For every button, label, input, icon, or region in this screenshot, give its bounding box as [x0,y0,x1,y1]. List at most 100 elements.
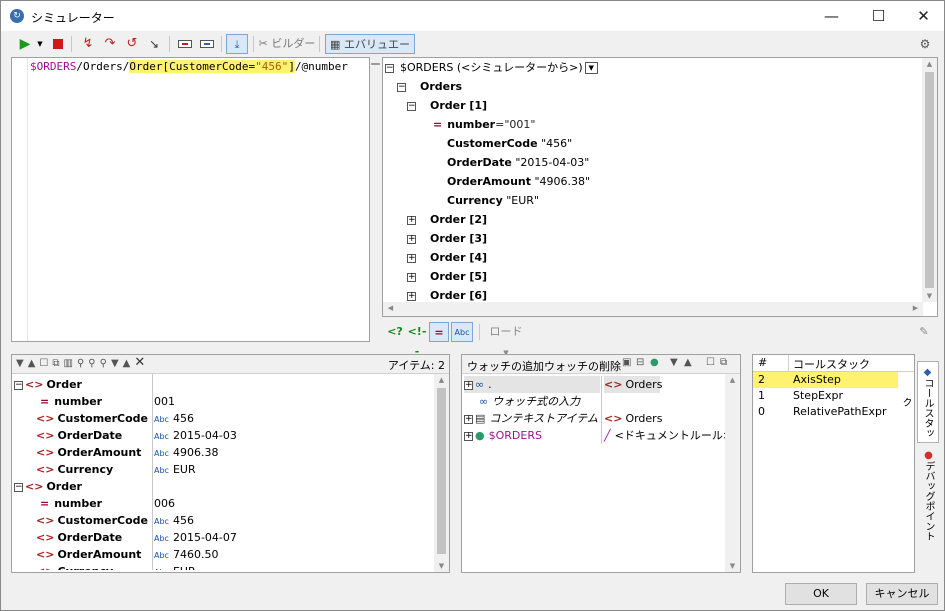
collapse-icon[interactable]: − [14,482,23,492]
collapse-icon[interactable]: − [407,101,416,111]
step-out-icon[interactable]: ↺ [123,34,141,54]
tree-node-order[interactable]: + Order [5] [407,267,487,286]
copy-icon[interactable]: ☐ [706,357,715,368]
tree-node-order[interactable]: + Order [4] [407,248,487,267]
child-name: OrderAmount [447,175,531,188]
tree-node-orders[interactable]: − Orders [397,77,462,96]
tree-child-node[interactable]: OrderAmount "4906.38" [447,172,590,191]
result-vscrollbar[interactable]: ▲ ▼ [922,58,937,302]
watch-vscrollbar[interactable]: ▲ ▼ [725,374,740,572]
text-toggle[interactable]: Abc [451,322,473,342]
items-row[interactable]: <> CustomerCode Abc 456 [12,410,434,427]
find-prev-icon[interactable]: ⚲ [100,358,107,369]
items-row[interactable]: <>CurrencyAbcEUR [12,461,434,478]
tracepoint-icon[interactable] [198,34,216,54]
sort-up-icon[interactable]: ▲ [684,357,692,368]
tab-callstack[interactable]: ◆コールスタック [900,361,939,443]
clear-icon[interactable]: ✕ [134,355,145,370]
expand-icon[interactable]: + [407,253,416,263]
tree-node-order-1[interactable]: − Order [1] [407,96,487,115]
sort-down-icon[interactable]: ▼ [670,357,678,368]
items-row[interactable]: <> OrderAmount Abc 4906.38 [12,444,434,461]
comment-icon[interactable]: <!-- [407,322,427,358]
watch-row[interactable]: + ∞. <> Orders [462,376,724,393]
move-up-icon[interactable]: ▲ [123,358,131,369]
xpath-expression[interactable]: $ORDERS/Orders/Order[CustomerCode="456"]… [12,58,369,73]
load-button[interactable]: ロード ▼ [486,322,526,357]
columns-icon[interactable]: ▥ [64,358,73,369]
globe-icon[interactable]: ● [650,357,659,368]
tree-root[interactable]: − $ORDERS (<シミュレーターから>) ▼ [385,58,598,77]
tree-child-node[interactable]: Currency "EUR" [447,191,539,210]
items-row[interactable]: − <> Order [12,478,434,495]
items-row[interactable]: <> OrderAmount Abc 7460.50 [12,546,434,563]
result-hscrollbar[interactable]: ◀ ▶ [383,302,923,316]
evaluator-button[interactable]: ▦ エバリュエーター [325,34,415,71]
ok-button[interactable]: OK [785,583,857,605]
run-to-cursor-icon[interactable]: ↘ [145,34,163,54]
sort-up-icon[interactable]: ▲ [28,358,36,369]
minimize-button[interactable]: — [809,1,854,31]
copy-all-icon[interactable]: ⧉ [52,358,59,369]
builder-button[interactable]: ✂ ビルダー [258,34,316,54]
maximize-button[interactable]: ☐ [856,1,901,31]
tree-attr-number[interactable]: = number="001" [433,115,535,134]
tree-child-node[interactable]: CustomerCode "456" [447,134,572,153]
collapse-icon[interactable]: − [14,380,23,390]
pi-icon[interactable]: <? [387,322,403,342]
step-over-icon[interactable]: ↷ [101,34,119,54]
copy-icon[interactable]: ☐ [39,358,48,369]
close-button[interactable]: ✕ [901,1,945,31]
items-row[interactable]: <> OrderDate Abc 2015-04-03 [12,427,434,444]
items-vscrollbar[interactable]: ▲ ▼ [434,374,449,572]
items-row[interactable]: <> CustomerCode Abc 456 [12,512,434,529]
xpath-editor[interactable]: $ORDERS/Orders/Order[CustomerCode="456"]… [11,57,370,342]
watch-row[interactable]: ∞ ウォッチ式の入力 [462,393,724,410]
stop-icon[interactable] [51,34,65,54]
tab-breakpoints[interactable]: ●デバッグポイント [917,445,939,545]
collapse-icon[interactable]: − [397,82,406,92]
callstack-row[interactable]: 1 StepExpr [753,388,913,404]
delete-watch-button[interactable]: ウォッチの削除 [544,358,621,374]
start-dropdown-icon[interactable]: ▼ [35,34,45,54]
find-next-icon[interactable]: ⚲ [88,358,95,369]
start-debug-icon[interactable]: ▶ [17,34,33,54]
items-row[interactable]: <> OrderDate Abc 2015-04-07 [12,529,434,546]
expand-icon[interactable]: + [464,431,473,441]
items-row[interactable]: = number 001 [12,393,434,410]
add-watch-button[interactable]: ウォッチの追加 [467,358,544,374]
breakpoint-icon[interactable] [176,34,194,54]
expand-icon[interactable]: + [407,234,416,244]
sort-down-icon[interactable]: ▼ [16,358,24,369]
expand-icon[interactable]: + [464,380,473,390]
tree-node-order[interactable]: + Order [2] [407,210,487,229]
callstack-row[interactable]: 0 RelativePathExpr [753,404,913,420]
attribute-toggle[interactable]: = [429,322,449,342]
tree-child-node[interactable]: OrderDate "2015-04-03" [447,153,589,172]
callstack-row[interactable]: 2 AxisStep [753,372,898,388]
watch-row[interactable]: + ● $ORDERS ╱ <ドキュメントルール> [462,427,732,444]
cancel-button[interactable]: キャンセル [866,583,938,605]
expand-icon[interactable]: + [407,272,416,282]
title-bar: ↻ シミュレーター — ☐ ✕ [1,1,944,31]
settings-gear-icon[interactable]: ⚙ [917,34,933,54]
step-into-icon[interactable]: ↯ [79,34,97,54]
tree-node-order[interactable]: + Order [3] [407,229,487,248]
expand-icon[interactable]: + [407,215,416,225]
items-row[interactable]: = number 006 [12,495,434,512]
link-icon[interactable]: ⊟ [636,357,644,368]
debug-mode-toggle[interactable]: ⤓ [226,34,248,54]
source-dropdown-icon[interactable]: ▼ [584,62,598,74]
export-icon[interactable]: ✎ [916,322,932,342]
view-icon[interactable]: ▣ [622,357,631,368]
collapse-icon[interactable]: − [385,63,394,73]
expand-icon[interactable]: + [407,291,416,301]
item-name: CustomerCode [57,412,149,425]
copy-all-icon[interactable]: ⧉ [720,357,727,368]
items-row[interactable]: − <> Order [12,376,434,393]
find-icon[interactable]: ⚲ [77,358,84,369]
move-down-icon[interactable]: ▼ [111,358,119,369]
watch-row[interactable]: + ▤ コンテキストアイテム <> Orders [462,410,724,427]
items-row[interactable]: <>CurrencyAbcEUR [12,563,434,570]
expand-icon[interactable]: + [464,414,473,424]
